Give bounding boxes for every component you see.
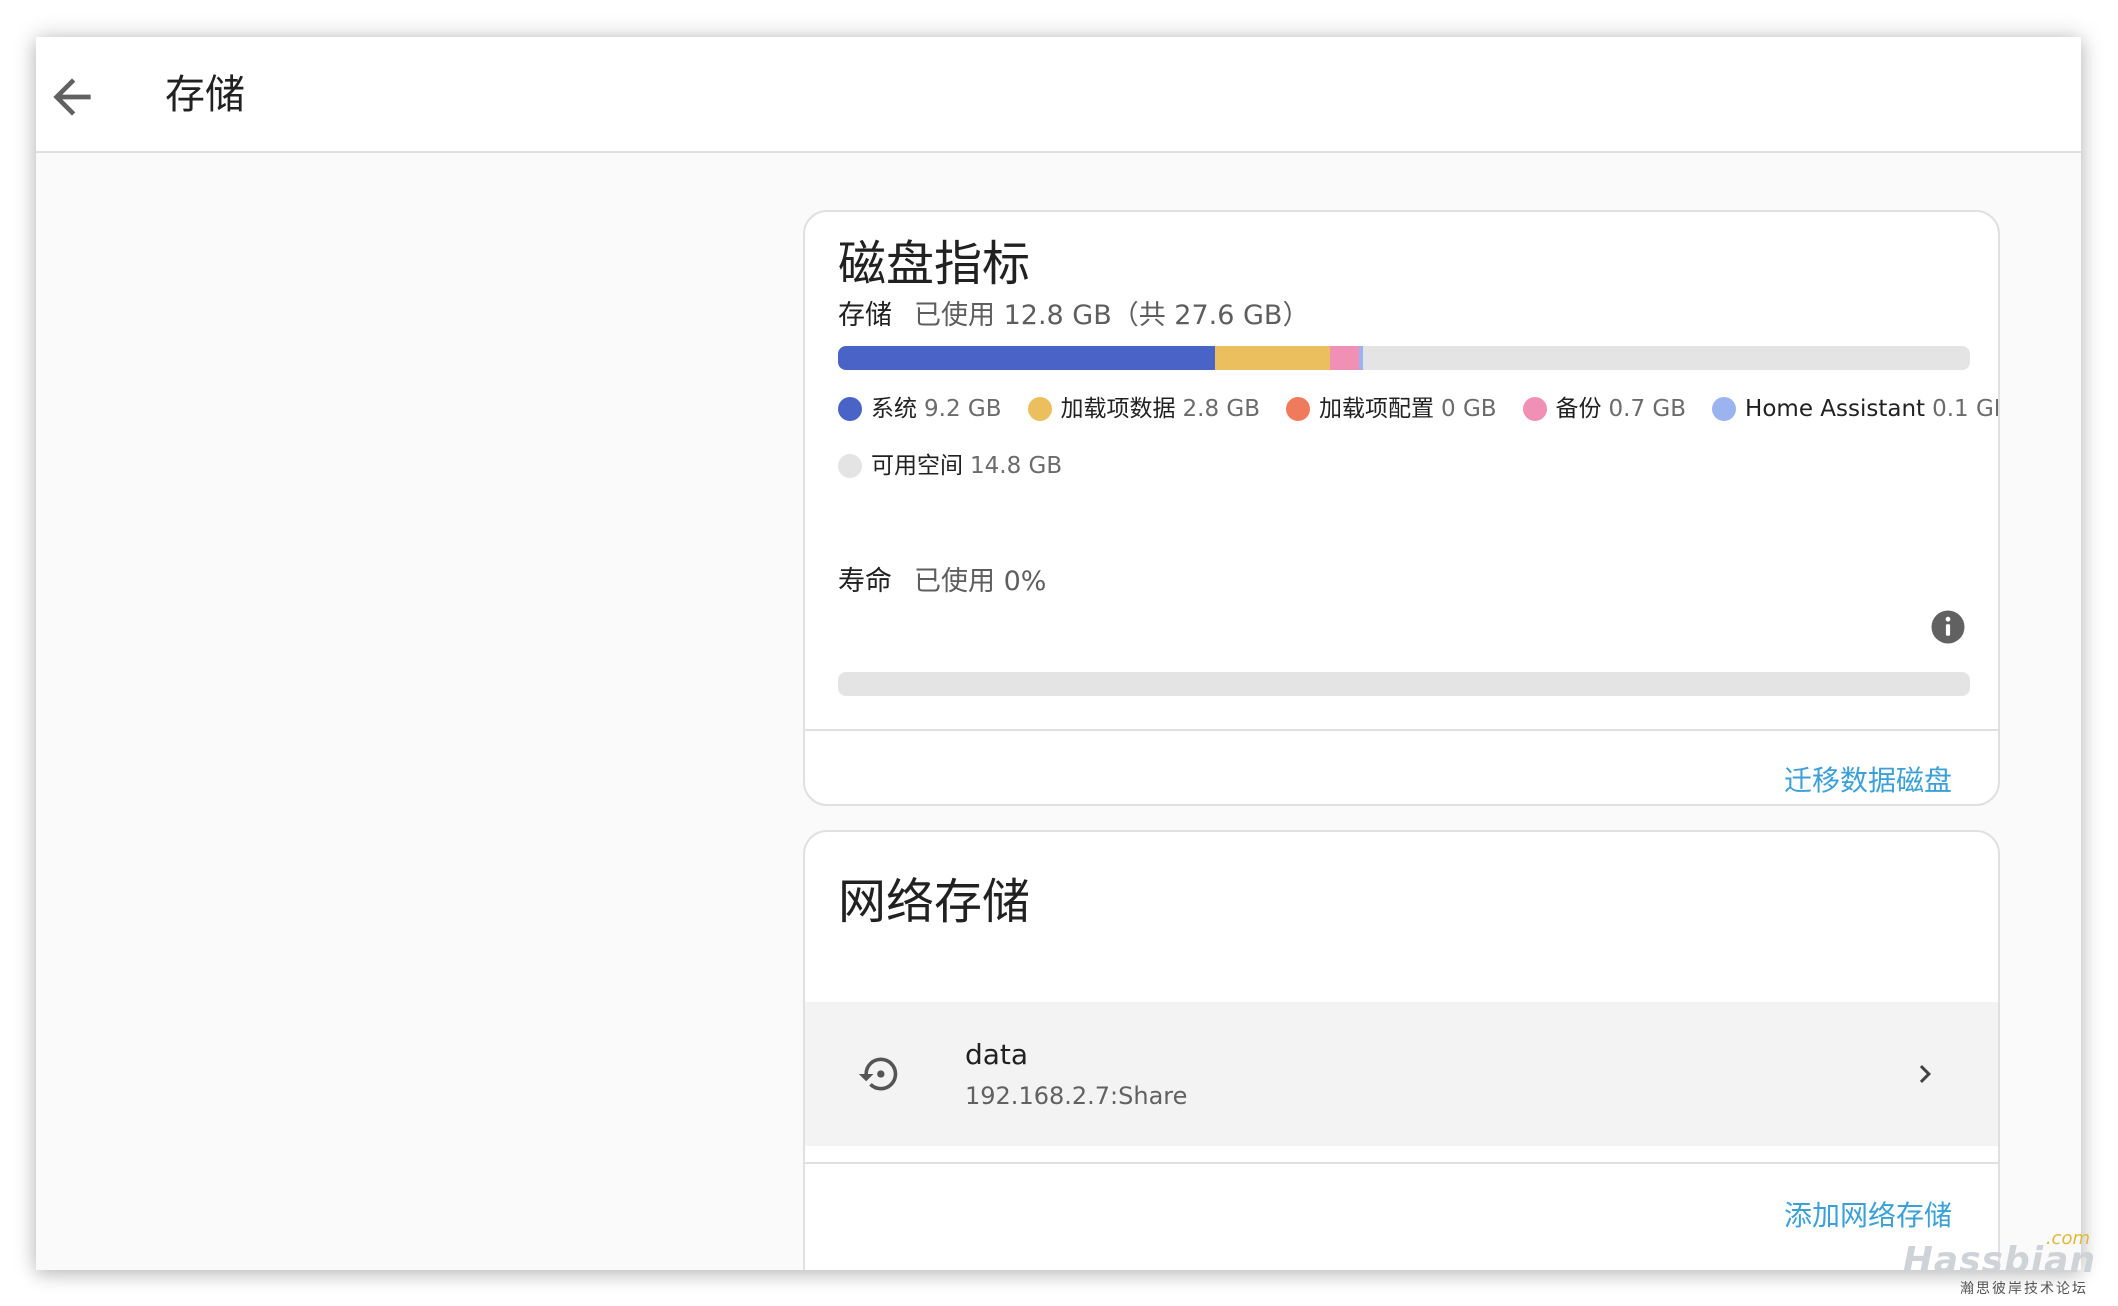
lifespan-row: 寿命 已使用 0% bbox=[838, 564, 1046, 600]
legend-item: 可用空间 14.8 GB bbox=[838, 450, 1062, 482]
card-divider bbox=[805, 1162, 1998, 1164]
storage-legend: 系统 9.2 GB 加载项数据 2.8 GB 加载项配置 0 GB 备份 0.7 GB Home… bbox=[838, 393, 1998, 425]
network-storage-title: 网络存储 bbox=[838, 874, 1031, 930]
chevron-right-icon bbox=[1919, 1065, 1931, 1083]
legend-dot bbox=[838, 454, 862, 478]
card-divider bbox=[805, 729, 1998, 731]
disk-metrics-card: 磁盘指标 存储 已使用 12.8 GB（共 27.6 GB） 系统 9.2 GB 加载… bbox=[803, 210, 2000, 806]
share-path: 192.168.2.7:Share bbox=[965, 1082, 1188, 1110]
legend-label: 系统 bbox=[871, 396, 917, 422]
storage-legend-free: 可用空间 14.8 GB bbox=[838, 450, 1978, 482]
legend-item: 加载项数据 2.8 GB bbox=[1027, 393, 1261, 425]
storage-usage-value: 已使用 12.8 GB（共 27.6 GB） bbox=[914, 300, 1310, 331]
watermark-brand: Hassbian bbox=[1902, 1240, 2096, 1281]
lifespan-value: 已使用 0% bbox=[914, 566, 1047, 597]
storage-segment bbox=[1358, 346, 1363, 370]
legend-dot bbox=[1712, 397, 1737, 421]
legend-value: 14.8 GB bbox=[970, 453, 1063, 479]
disk-metrics-title: 磁盘指标 bbox=[838, 236, 1031, 292]
legend-value: 0 GB bbox=[1441, 396, 1497, 422]
legend-label: 可用空间 bbox=[871, 453, 963, 479]
storage-label: 存储 bbox=[838, 300, 892, 331]
legend-value: 2.8 GB bbox=[1182, 396, 1261, 422]
legend-item: 系统 9.2 GB bbox=[838, 393, 1002, 425]
restore-icon bbox=[858, 1057, 898, 1091]
top-app-bar: 存储 bbox=[36, 37, 2081, 153]
arrow-left-icon bbox=[53, 78, 91, 116]
storage-usage-bar bbox=[838, 346, 1970, 370]
watermark-logo: .com Hassbian 瀚思彼岸技术论坛 bbox=[1903, 1228, 2096, 1298]
watermark-subtitle: 瀚思彼岸技术论坛 bbox=[1960, 1281, 2088, 1297]
info-icon[interactable] bbox=[1930, 609, 1966, 645]
migrate-data-disk-button[interactable]: 迁移数据磁盘 bbox=[1784, 761, 1952, 801]
app-window: 存储 磁盘指标 存储 已使用 12.8 GB（共 27.6 GB） 系统 9.2 G… bbox=[36, 37, 2081, 1270]
network-storage-card: 网络存储 data 192.168.2.7:Share 添加网络存储 bbox=[803, 830, 2000, 1270]
storage-usage-row: 存储 已使用 12.8 GB（共 27.6 GB） bbox=[838, 298, 1309, 334]
lifespan-bar bbox=[838, 672, 1970, 696]
storage-segment bbox=[1215, 346, 1331, 370]
legend-value: 0.7 GB bbox=[1608, 396, 1687, 422]
page-title: 存储 bbox=[165, 72, 245, 118]
legend-value: 0.1 GB bbox=[1932, 396, 1998, 422]
legend-label: 备份 bbox=[1555, 396, 1602, 422]
storage-segment bbox=[1330, 346, 1359, 370]
legend-value: 9.2 GB bbox=[924, 396, 1002, 422]
lifespan-label: 寿命 bbox=[838, 566, 892, 597]
legend-item: 备份 0.7 GB bbox=[1522, 393, 1687, 425]
legend-dot bbox=[838, 397, 862, 421]
legend-dot bbox=[1522, 397, 1547, 421]
legend-dot bbox=[1027, 397, 1052, 421]
share-name: data bbox=[965, 1038, 1029, 1071]
legend-item: Home Assistant0.1 GB bbox=[1712, 393, 1998, 425]
network-share-item[interactable]: data 192.168.2.7:Share bbox=[805, 1002, 1998, 1146]
legend-label: Home Assistant bbox=[1745, 396, 1926, 422]
back-button[interactable] bbox=[44, 69, 100, 125]
add-network-storage-button[interactable]: 添加网络存储 bbox=[1784, 1196, 1952, 1236]
legend-item: 加载项配置 0 GB bbox=[1286, 393, 1497, 425]
legend-label: 加载项配置 bbox=[1319, 396, 1434, 422]
legend-label: 加载项数据 bbox=[1060, 396, 1176, 422]
legend-dot bbox=[1286, 397, 1310, 421]
storage-segment bbox=[838, 346, 1216, 370]
